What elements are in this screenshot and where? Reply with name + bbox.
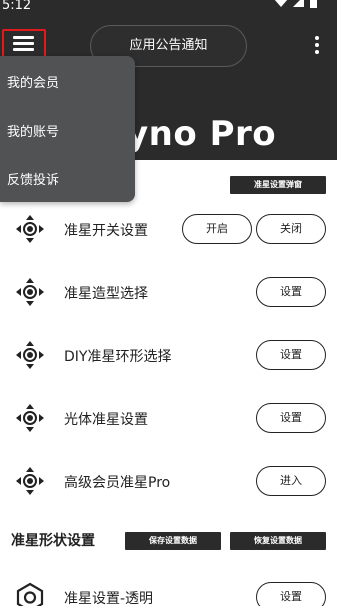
setting-row-pro: 高级会员准星Pro 进入 (0, 451, 337, 511)
setting-label: 准星造型选择 (64, 286, 148, 302)
menu-item-feedback[interactable]: 反馈投诉 (7, 169, 59, 188)
setting-row-light: 光体准星设置 设置 (0, 388, 337, 448)
crosshair-icon (16, 404, 44, 432)
light-settings-button[interactable]: 设置 (256, 403, 326, 433)
setting-label: DIY准星环形选择 (64, 349, 172, 365)
disable-button[interactable]: 关闭 (256, 214, 326, 244)
crosshair-icon (16, 215, 44, 243)
more-dot (315, 43, 319, 47)
hamburger-icon (13, 36, 34, 39)
setting-label: 高级会员准星Pro (64, 475, 171, 491)
more-dot (315, 50, 319, 54)
pro-enter-button[interactable]: 进入 (256, 466, 326, 496)
setting-label: 准星设置-透明 (64, 591, 154, 606)
setting-row-shape: 准星造型选择 设置 (0, 262, 337, 322)
setting-row-toggle: 准星开关设置 开启 关闭 (0, 199, 337, 259)
dropdown-menu: 我的会员 我的账号 反馈投诉 (0, 56, 135, 202)
crosshair-icon (16, 467, 44, 495)
restore-settings-button[interactable]: 恢复设置数据 (230, 532, 326, 550)
menu-button[interactable] (2, 29, 46, 59)
more-options-icon[interactable] (312, 36, 322, 56)
section-title-shape: 准星形状设置 (11, 533, 95, 549)
signal-icon (293, 0, 305, 7)
setting-row-transparent: 准星设置-透明 设置 (0, 567, 337, 606)
transparent-settings-button[interactable]: 设置 (256, 582, 326, 606)
setting-row-diy-ring: DIY准星环形选择 设置 (0, 325, 337, 385)
diy-ring-settings-button[interactable]: 设置 (256, 340, 326, 370)
hamburger-icon-line (13, 48, 34, 51)
menu-item-membership[interactable]: 我的会员 (7, 72, 59, 91)
wifi-icon (275, 0, 288, 7)
more-dot (315, 36, 319, 40)
hamburger-icon-line (13, 42, 34, 45)
menu-item-account[interactable]: 我的账号 (7, 121, 59, 140)
save-settings-button[interactable]: 保存设置数据 (125, 532, 221, 550)
enable-button[interactable]: 开启 (182, 214, 252, 244)
status-icons (274, 0, 317, 10)
crosshair-icon (16, 341, 44, 369)
brand-title: yno Pro (126, 114, 277, 154)
crosshair-icon (16, 278, 44, 306)
setting-label: 光体准星设置 (64, 412, 148, 428)
status-time: 5:12 (2, 0, 32, 13)
hexagon-icon (16, 582, 44, 606)
setting-label: 准星开关设置 (64, 223, 148, 239)
battery-icon (310, 0, 317, 8)
status-bar: 5:12 (0, 0, 337, 14)
crosshair-popup-button[interactable]: 准星设置弹窗 (230, 176, 326, 194)
shape-settings-button[interactable]: 设置 (256, 277, 326, 307)
